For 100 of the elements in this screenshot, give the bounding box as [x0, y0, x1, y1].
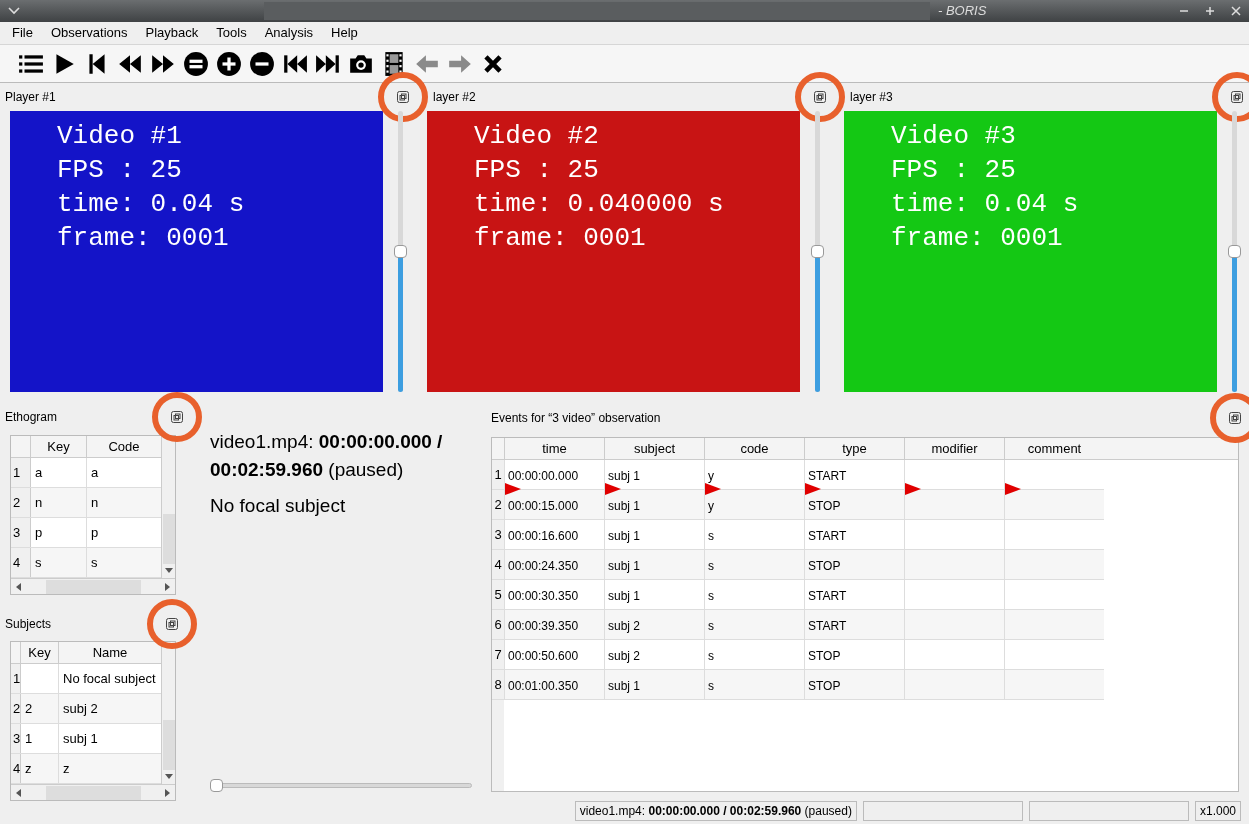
equal-circle-icon[interactable]	[183, 50, 209, 77]
panel-title: layer #3	[850, 89, 893, 106]
video-text: FPS : 25	[57, 154, 182, 187]
scrollbar[interactable]	[161, 436, 175, 578]
scrollbar[interactable]	[11, 784, 175, 800]
video-text: time: 0.04 s	[891, 188, 1079, 221]
table-cell: p	[31, 518, 87, 547]
table-cell-text: 00:00:15.000	[508, 498, 579, 515]
table-cell-text: 00:01:00.350	[508, 678, 579, 695]
table-cell-text: subj 1	[608, 588, 641, 605]
table-cell-text: subj 2	[608, 618, 641, 635]
table-cell-text: STOP	[808, 678, 841, 695]
column-header[interactable]: Key	[30, 436, 86, 457]
menu-item[interactable]: Playback	[145, 23, 199, 43]
scroll-right-icon[interactable]	[165, 582, 171, 591]
window-title: - BORIS	[938, 2, 987, 21]
column-header[interactable]: comment	[1004, 438, 1104, 459]
table-cell-text: 00:00:24.350	[508, 558, 579, 575]
minus-circle-icon[interactable]	[249, 50, 275, 77]
column-header[interactable]: modifier	[904, 438, 1004, 459]
row-number: 1	[11, 458, 31, 487]
table-cell-text: 00:00:30.350	[508, 588, 579, 605]
float-icon[interactable]	[165, 617, 179, 631]
table-cell-text: subj 2	[608, 648, 641, 665]
table-cell-text: STOP	[808, 558, 841, 575]
menu-item[interactable]: Help	[331, 23, 358, 43]
row-number: 1	[492, 460, 504, 489]
float-icon[interactable]	[813, 90, 827, 104]
scrollbar[interactable]	[11, 578, 175, 594]
menu-item[interactable]: Observations	[50, 23, 128, 43]
row-number: 4	[11, 548, 31, 577]
table-cell-text: START	[808, 588, 847, 605]
table-cell-text: s	[708, 528, 714, 545]
table-cell-text: START	[808, 528, 847, 545]
table-cell-text: START	[808, 618, 847, 635]
table-cell-text: STOP	[808, 648, 841, 665]
menu-item[interactable]: Tools	[216, 23, 247, 43]
column-header[interactable]: time	[504, 438, 604, 459]
maximize-icon[interactable]	[1205, 6, 1215, 16]
video-text: frame: 0001	[57, 222, 229, 255]
table-cell-text: s	[708, 618, 714, 635]
table-cell-text: subj 1	[608, 528, 641, 545]
table-cell-text: 00:00:50.600	[508, 648, 579, 665]
table-cell: n	[31, 488, 87, 517]
float-icon[interactable]	[1230, 90, 1244, 104]
table-cell: 2	[21, 694, 59, 723]
video-text: Video #2	[474, 120, 599, 153]
row-number: 3	[492, 520, 504, 549]
menu-item[interactable]: Analysis	[264, 23, 314, 43]
table-cell-text: y	[708, 468, 714, 485]
scroll-right-icon[interactable]	[165, 788, 171, 797]
table-cell: 1	[21, 724, 59, 753]
panel-title: Player #1	[5, 89, 56, 106]
row-number: 2	[492, 490, 504, 519]
video-text: Video #3	[891, 120, 1016, 153]
marker-icon	[705, 483, 721, 495]
table-cell: a	[31, 458, 87, 487]
table-cell-text: subj 1	[608, 558, 641, 575]
table-cell-text: STOP	[808, 498, 841, 515]
focal-subject: No focal subject	[210, 494, 347, 518]
time-readout: video1.mp4: 00:00:00.000 / 00:02:59.960 (paused)	[210, 430, 444, 482]
video-text: time: 0.040000 s	[474, 188, 724, 221]
scroll-left-icon[interactable]	[15, 582, 21, 591]
plus-circle-icon[interactable]	[216, 50, 242, 77]
marker-icon	[905, 483, 921, 495]
status-message: video1.mp4: 00:00:00.000 / 00:02:59.960 (paused)	[574, 801, 857, 821]
scroll-down-icon[interactable]	[164, 568, 173, 574]
playback-speed: x1.000	[1194, 801, 1241, 821]
scroll-left-icon[interactable]	[15, 788, 21, 797]
float-icon[interactable]	[1228, 411, 1242, 425]
row-number: 2	[11, 488, 31, 517]
table-cell-text: s	[708, 678, 714, 695]
row-number: 4	[11, 754, 21, 783]
float-icon[interactable]	[170, 410, 184, 424]
table-cell-text: 00:00:00.000	[508, 468, 579, 485]
close-icon[interactable]	[1231, 6, 1241, 16]
column-header[interactable]: Key	[20, 642, 58, 663]
menu-item[interactable]: File	[12, 23, 33, 43]
column-header[interactable]: subject	[604, 438, 704, 459]
column-header[interactable]: code	[704, 438, 804, 459]
float-icon[interactable]	[396, 90, 410, 104]
row-number: 1	[11, 664, 21, 693]
table-cell-text: subj 1	[608, 678, 641, 695]
marker-icon	[805, 483, 821, 495]
table-cell-text: 00:00:16.600	[508, 528, 579, 545]
chevron-down-icon[interactable]	[8, 7, 20, 15]
row-number: 8	[492, 670, 504, 699]
row-number: 6	[492, 610, 504, 639]
panel-title: layer #2	[433, 89, 476, 106]
row-number: 5	[492, 580, 504, 609]
column-header[interactable]: type	[804, 438, 904, 459]
scroll-down-icon[interactable]	[164, 774, 173, 780]
marker-icon	[605, 483, 621, 495]
scrollbar[interactable]	[161, 642, 175, 784]
table-cell-text: s	[708, 648, 714, 665]
table-cell-text: subj 1	[608, 498, 641, 515]
video-text: FPS : 25	[474, 154, 599, 187]
table-cell-text: s	[708, 588, 714, 605]
video-text: frame: 0001	[891, 222, 1063, 255]
panel-title: Subjects	[5, 616, 52, 633]
